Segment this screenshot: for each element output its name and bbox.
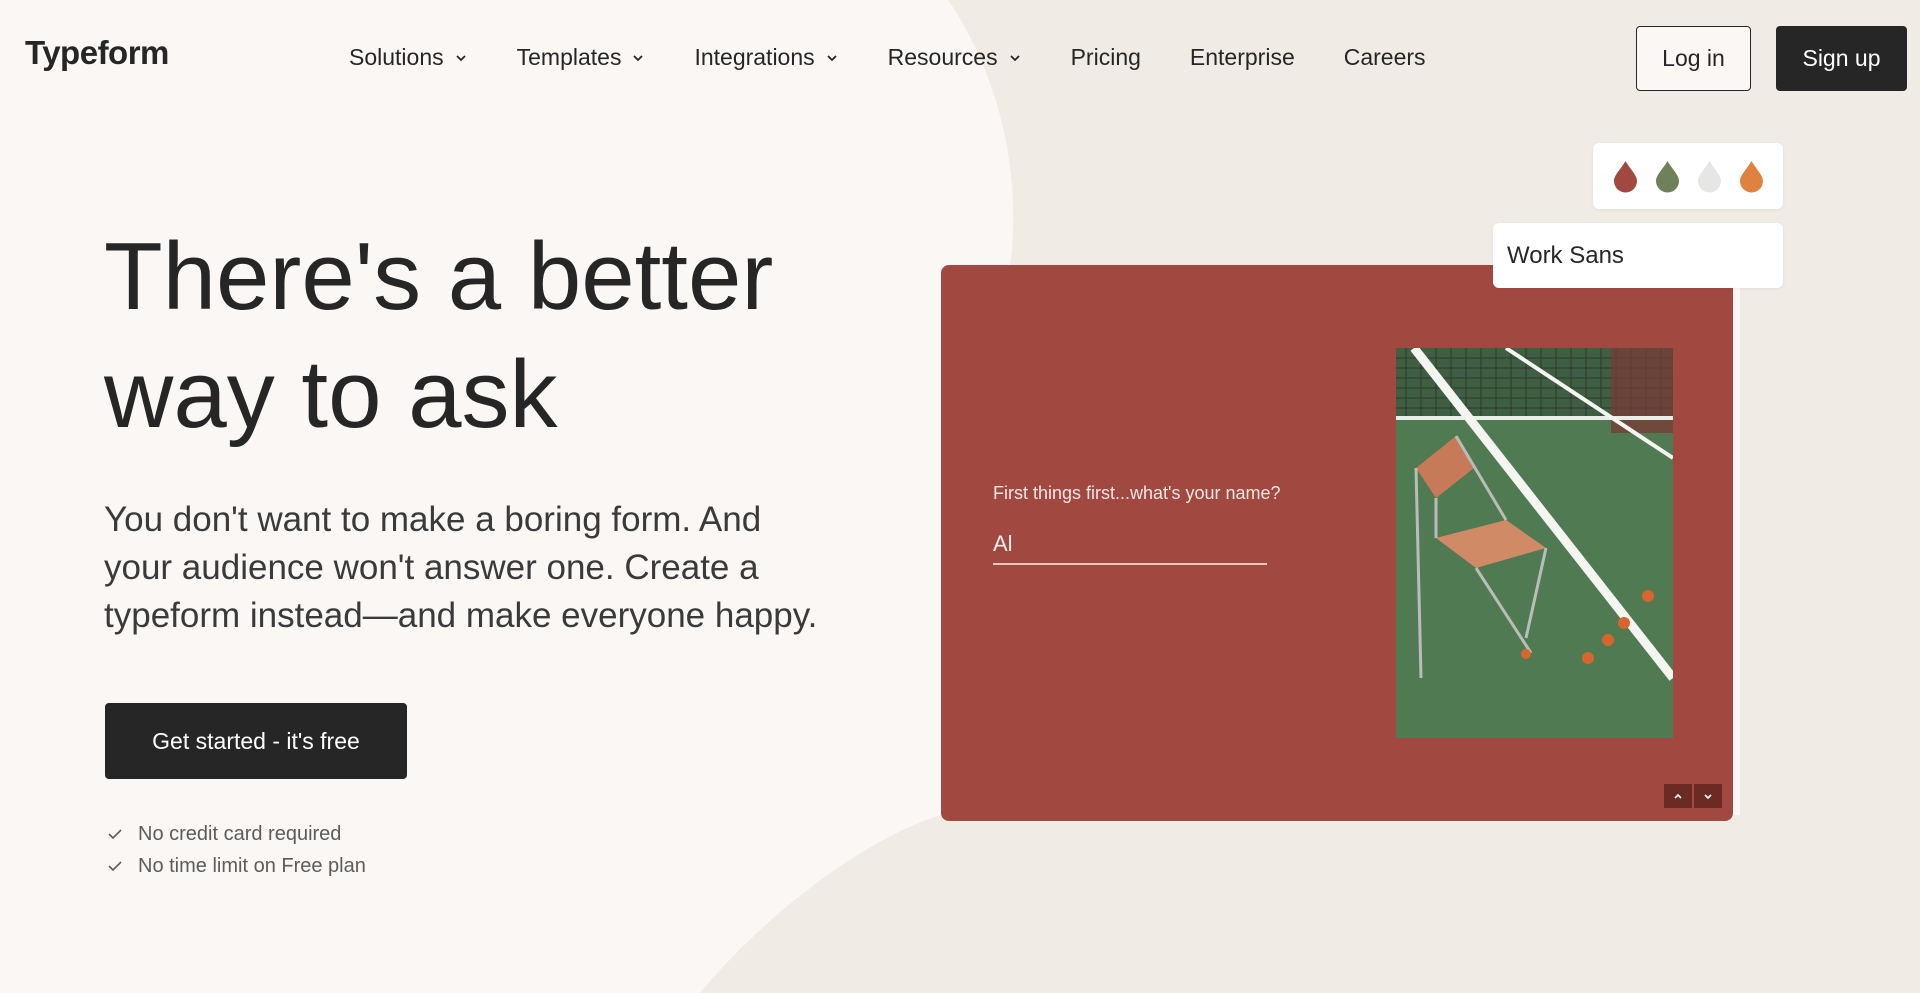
benefit-item: No credit card required (106, 818, 366, 850)
hero-subtitle-line: typeform instead—and make everyone happy… (104, 596, 818, 635)
nav-enterprise[interactable]: Enterprise (1190, 44, 1295, 71)
login-button[interactable]: Log in (1636, 26, 1751, 91)
benefit-label: No credit card required (138, 822, 342, 845)
hero-subtitle-line: your audience won't answer one. Create a (104, 548, 759, 587)
name-input[interactable]: Al (993, 531, 1013, 557)
hero-subtitle: You don't want to make a boring form. An… (104, 496, 864, 640)
get-started-button[interactable]: Get started - it's free (105, 703, 407, 779)
page: Typeform Solutions Templates Integration… (0, 0, 1920, 993)
nav-templates[interactable]: Templates (517, 44, 646, 71)
chevron-down-icon (455, 54, 466, 61)
nav-pricing[interactable]: Pricing (1071, 44, 1141, 71)
chevron-down-icon (1009, 54, 1020, 61)
hero-subtitle-line: You don't want to make a boring form. An… (104, 500, 762, 539)
check-icon (108, 829, 122, 840)
nav-solutions[interactable]: Solutions (349, 44, 468, 71)
previous-question-button[interactable] (1664, 784, 1692, 808)
color-drop-orange-icon[interactable] (1738, 159, 1765, 193)
chevron-down-icon (827, 54, 837, 61)
next-question-button[interactable] (1694, 784, 1722, 808)
hero-title-line: There's a better (104, 223, 774, 330)
benefit-label: No time limit on Free plan (138, 854, 366, 877)
nav-label: Templates (516, 44, 622, 70)
nav-resources[interactable]: Resources (888, 44, 1022, 71)
hero-title: There's a better way to ask (104, 218, 924, 454)
color-drop-light-icon[interactable] (1696, 159, 1723, 193)
chevron-down-icon (633, 54, 644, 61)
color-palette (1593, 143, 1783, 209)
input-underline (993, 563, 1267, 565)
nav-label: Solutions (349, 44, 444, 70)
typeform-logo[interactable]: Typeform (25, 34, 169, 72)
form-nav-arrows (1664, 784, 1724, 808)
chevron-down-icon (1704, 794, 1712, 800)
hero-title-line: way to ask (104, 341, 558, 448)
benefit-item: No time limit on Free plan (106, 850, 366, 882)
nav-label: Careers (1343, 44, 1426, 70)
chevron-up-icon (1674, 793, 1682, 799)
color-drop-green-icon[interactable] (1654, 159, 1681, 193)
color-drop-red-icon[interactable] (1612, 159, 1639, 193)
nav-label: Resources (887, 44, 998, 70)
signup-button[interactable]: Sign up (1776, 26, 1907, 91)
font-selector[interactable]: Work Sans (1493, 223, 1783, 288)
form-question: First things first...what's your name? (993, 483, 1281, 503)
nav-label: Enterprise (1189, 44, 1295, 70)
nav-label: Pricing (1070, 44, 1141, 70)
main-nav: Solutions Templates Integrations Resourc… (349, 44, 1475, 71)
tennis-court-chair-image (1396, 348, 1673, 738)
nav-label: Integrations (694, 44, 815, 70)
nav-careers[interactable]: Careers (1344, 44, 1426, 71)
check-icon (108, 861, 122, 872)
form-preview-card: First things first...what's your name? A… (941, 265, 1733, 821)
benefit-list: No credit card required No time limit on… (106, 818, 366, 882)
nav-integrations[interactable]: Integrations (694, 44, 838, 71)
